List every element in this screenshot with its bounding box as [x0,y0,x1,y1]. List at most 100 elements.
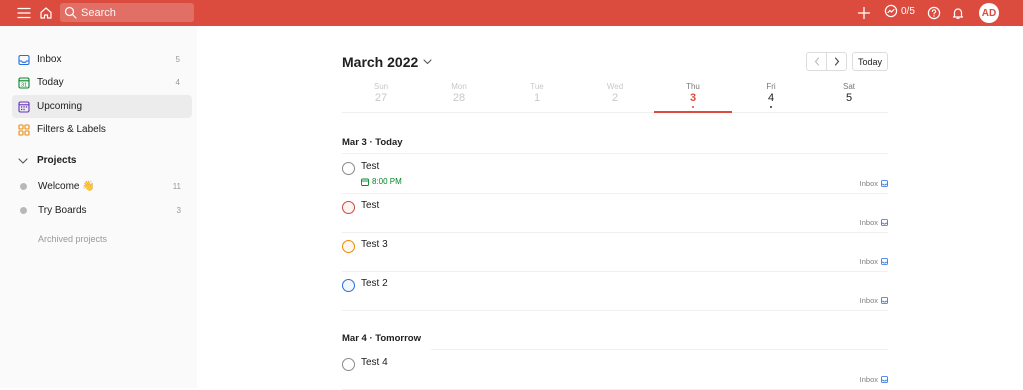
task-checkbox[interactable] [342,358,355,371]
sidebar-item-label: Filters & Labels [37,124,106,135]
inbox-icon [18,54,30,66]
week-navigation [806,52,847,71]
task-item[interactable]: Test Inbox [342,194,888,233]
previous-week-button[interactable] [807,53,826,70]
day-name: Thu [686,82,700,91]
day-name: Mon [451,82,467,91]
project-count: 3 [176,205,181,215]
week-day-strip: Sun 27 Mon 28 Tue 1 Wed 2 Thu 3 Fri 4 Sa… [342,82,888,113]
task-indicator-dot [692,106,694,108]
search-icon [64,6,77,19]
sidebar-item-inbox[interactable]: Inbox 5 [12,48,192,71]
projects-heading: Projects [37,155,77,166]
help-icon[interactable] [925,4,943,22]
task-project-label: Inbox [859,257,878,266]
sidebar-item-label: Inbox [37,54,62,65]
sidebar-item-count: 4 [175,78,180,87]
day-tue[interactable]: Tue 1 [498,82,576,113]
task-item[interactable]: Test 2 Inbox [342,272,888,311]
inbox-icon [881,180,888,187]
day-number: 3 [689,92,697,104]
sidebar-project-welcome[interactable]: Welcome 👋 11 [20,176,185,196]
task-checkbox[interactable] [342,240,355,253]
sidebar-item-upcoming[interactable]: Upcoming [12,95,192,118]
productivity-icon [884,4,898,18]
task-project[interactable]: Inbox [860,296,888,305]
sidebar-project-try-boards[interactable]: Try Boards 3 [20,200,185,220]
day-number: 5 [845,92,853,104]
task-due-date[interactable]: 8:00 PM [361,177,402,186]
task-checkbox[interactable] [342,162,355,175]
home-icon[interactable] [37,4,55,22]
inbox-icon [881,219,888,226]
chevron-down-icon [423,59,432,65]
month-picker[interactable]: March 2022 [342,54,432,70]
calendar-today-icon: 31 [18,76,30,89]
avatar[interactable]: AD [979,3,999,23]
task-indicator-dot [770,106,772,108]
day-name: Wed [606,82,624,91]
day-name: Fri [766,82,776,91]
section-title: Mar 3 · Today [342,137,403,148]
projects-header[interactable]: Projects [18,155,76,166]
task-checkbox[interactable] [342,279,355,292]
chevron-right-icon [834,57,840,66]
section-divider [342,153,888,154]
task-name: Test 2 [361,278,388,289]
sidebar-item-filters-labels[interactable]: Filters & Labels [12,118,192,141]
project-label: Try Boards [38,204,87,216]
project-color-dot [20,206,27,214]
sidebar-item-label: Upcoming [37,101,83,112]
chevron-down-icon[interactable] [18,157,28,164]
task-item[interactable]: Test 3 Inbox [342,233,888,272]
day-sat[interactable]: Sat 5 [810,82,888,113]
search-box[interactable] [60,3,194,22]
section-divider [431,349,888,350]
task-item[interactable]: Test 8:00 PM Inbox [342,155,888,194]
menu-icon[interactable] [15,4,33,22]
inbox-icon [881,376,888,383]
task-item[interactable]: Test 4 Inbox [342,351,888,390]
sidebar: Inbox 5 31 Today 4 Upcoming Filters & La… [0,26,197,388]
next-week-button[interactable] [826,53,846,70]
notifications-icon[interactable] [949,4,967,22]
filters-icon [18,123,30,136]
day-number: 28 [452,92,466,104]
today-button[interactable]: Today [852,52,888,71]
project-color-dot [20,182,27,190]
project-label: Welcome 👋 [38,180,95,192]
day-wed[interactable]: Wed 2 [576,82,654,113]
day-number: 1 [533,92,541,104]
add-task-icon[interactable] [855,4,873,22]
day-mon[interactable]: Mon 28 [420,82,498,113]
task-name: Test [361,161,380,172]
inbox-icon [881,258,888,265]
productivity-count: 0/5 [901,5,915,17]
day-name: Tue [530,82,544,91]
chevron-left-icon [814,57,820,66]
productivity-button[interactable]: 0/5 [884,4,915,18]
search-input[interactable] [81,6,181,19]
task-project[interactable]: Inbox [860,375,888,384]
day-name: Sat [842,82,855,91]
month-title: March 2022 [342,54,419,70]
sidebar-item-label: Today [37,77,64,88]
day-fri[interactable]: Fri 4 [732,82,810,113]
task-project[interactable]: Inbox [860,257,888,266]
day-sun[interactable]: Sun 27 [342,82,420,113]
task-project[interactable]: Inbox [860,218,888,227]
task-due-time: 8:00 PM [372,177,402,186]
day-number: 4 [767,92,775,104]
day-thu[interactable]: Thu 3 [654,82,732,113]
task-project-label: Inbox [859,296,878,305]
task-checkbox[interactable] [342,201,355,214]
calendar-icon [361,178,369,186]
calendar-upcoming-icon [18,100,30,113]
inbox-icon [881,297,888,304]
sidebar-item-today[interactable]: 31 Today 4 [12,71,192,94]
task-name: Test 4 [361,357,388,368]
project-count: 11 [172,181,181,191]
archived-projects-link[interactable]: Archived projects [38,234,107,244]
task-project[interactable]: Inbox [860,179,888,188]
svg-text:31: 31 [21,82,27,88]
